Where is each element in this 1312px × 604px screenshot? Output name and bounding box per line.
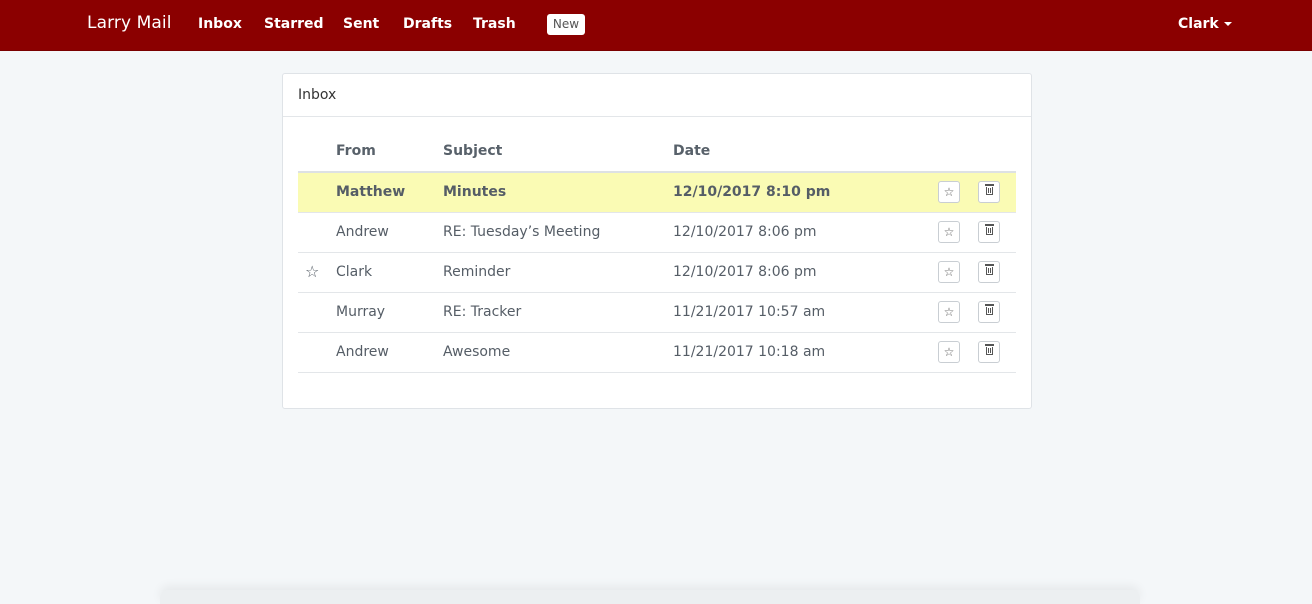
column-header-date: Date bbox=[673, 143, 711, 159]
row-from: Andrew bbox=[336, 344, 389, 360]
panel-title: Inbox bbox=[283, 74, 1031, 117]
star-icon: ☆ bbox=[943, 185, 955, 199]
user-name: Clark bbox=[1178, 16, 1219, 32]
trash-icon bbox=[984, 344, 994, 355]
starred-indicator-icon: ☆ bbox=[305, 262, 320, 281]
table-header: From Subject Date bbox=[298, 135, 1016, 173]
row-subject: Reminder bbox=[443, 264, 511, 280]
trash-icon bbox=[984, 264, 994, 275]
row-date: 12/10/2017 8:10 pm bbox=[673, 184, 831, 200]
star-button[interactable]: ☆ bbox=[938, 301, 960, 323]
caret-down-icon bbox=[1223, 22, 1232, 26]
star-icon: ☆ bbox=[943, 225, 955, 239]
trash-icon bbox=[984, 224, 994, 235]
row-from: Matthew bbox=[336, 184, 406, 200]
table-row[interactable]: ☆ Clark Reminder 12/10/2017 8:06 pm ☆ bbox=[298, 253, 1016, 293]
new-message-button[interactable]: New bbox=[547, 14, 585, 35]
row-subject: RE: Tracker bbox=[443, 304, 522, 320]
nav-drafts[interactable]: Drafts bbox=[403, 16, 452, 32]
row-subject: Awesome bbox=[443, 344, 511, 360]
row-from: Clark bbox=[336, 264, 373, 280]
star-button[interactable]: ☆ bbox=[938, 261, 960, 283]
row-date: 11/21/2017 10:18 am bbox=[673, 344, 826, 360]
row-subject: RE: Tuesday’s Meeting bbox=[443, 224, 601, 240]
row-subject: Minutes bbox=[443, 184, 507, 200]
top-navbar: Larry Mail Inbox Starred Sent Drafts Tra… bbox=[0, 0, 1312, 51]
brand-logo[interactable]: Larry Mail bbox=[87, 13, 172, 33]
nav-inbox[interactable]: Inbox bbox=[198, 16, 242, 32]
row-date: 11/21/2017 10:57 am bbox=[673, 304, 826, 320]
nav-sent[interactable]: Sent bbox=[343, 16, 379, 32]
trash-icon bbox=[984, 304, 994, 315]
star-icon: ☆ bbox=[943, 345, 955, 359]
delete-button[interactable] bbox=[978, 181, 1000, 203]
table-row[interactable]: Matthew Minutes 12/10/2017 8:10 pm ☆ bbox=[298, 173, 1016, 213]
delete-button[interactable] bbox=[978, 261, 1000, 283]
row-date: 12/10/2017 8:06 pm bbox=[673, 224, 817, 240]
star-icon: ☆ bbox=[943, 305, 955, 319]
table-row[interactable]: Andrew Awesome 11/21/2017 10:18 am ☆ bbox=[298, 333, 1016, 373]
delete-button[interactable] bbox=[978, 301, 1000, 323]
table-row[interactable]: Andrew RE: Tuesday’s Meeting 12/10/2017 8:… bbox=[298, 213, 1016, 253]
inbox-panel: Inbox From Subject Date Matthew Minutes 12… bbox=[282, 73, 1032, 409]
row-date: 12/10/2017 8:06 pm bbox=[673, 264, 817, 280]
star-icon: ☆ bbox=[943, 265, 955, 279]
row-from: Murray bbox=[336, 304, 386, 320]
star-button[interactable]: ☆ bbox=[938, 341, 960, 363]
trash-icon bbox=[984, 184, 994, 195]
bottom-shadow bbox=[160, 590, 1140, 604]
nav-trash[interactable]: Trash bbox=[473, 16, 516, 32]
star-button[interactable]: ☆ bbox=[938, 221, 960, 243]
nav-starred[interactable]: Starred bbox=[264, 16, 324, 32]
column-header-subject: Subject bbox=[443, 143, 503, 159]
delete-button[interactable] bbox=[978, 221, 1000, 243]
column-header-from: From bbox=[336, 143, 376, 159]
star-button[interactable]: ☆ bbox=[938, 181, 960, 203]
user-menu-dropdown[interactable]: Clark bbox=[1178, 16, 1232, 32]
row-from: Andrew bbox=[336, 224, 389, 240]
mail-table: From Subject Date Matthew Minutes 12/10/20… bbox=[298, 135, 1016, 373]
table-row[interactable]: Murray RE: Tracker 11/21/2017 10:57 am ☆ bbox=[298, 293, 1016, 333]
delete-button[interactable] bbox=[978, 341, 1000, 363]
